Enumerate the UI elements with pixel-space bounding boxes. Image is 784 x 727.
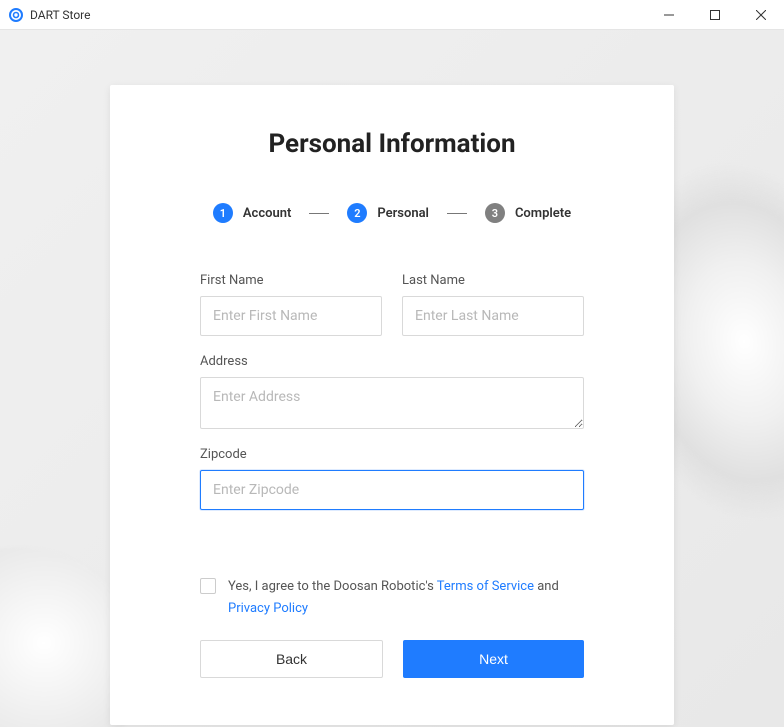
step-circle-2: 2 xyxy=(347,203,367,223)
zipcode-input[interactable] xyxy=(200,470,584,510)
consent-mid: and xyxy=(534,579,559,594)
form-card: Personal Information 1 Account 2 Persona… xyxy=(110,85,674,725)
first-name-label: First Name xyxy=(200,273,382,288)
minimize-button[interactable] xyxy=(646,0,692,30)
page-title: Personal Information xyxy=(200,129,584,159)
consent-checkbox[interactable] xyxy=(200,578,216,594)
zipcode-label: Zipcode xyxy=(200,447,584,462)
consent-text: Yes, I agree to the Doosan Robotic's Ter… xyxy=(228,576,584,620)
title-left: DART Store xyxy=(8,7,91,23)
step-label-2: Personal xyxy=(377,206,429,221)
app-icon xyxy=(8,7,24,23)
app-title: DART Store xyxy=(30,8,91,22)
backdrop: Personal Information 1 Account 2 Persona… xyxy=(0,30,784,727)
last-name-input[interactable] xyxy=(402,296,584,336)
step-complete: 3 Complete xyxy=(485,203,571,223)
step-circle-1: 1 xyxy=(213,203,233,223)
address-label: Address xyxy=(200,354,584,369)
step-circle-3: 3 xyxy=(485,203,505,223)
last-name-label: Last Name xyxy=(402,273,584,288)
step-account: 1 Account xyxy=(213,203,291,223)
consent-prefix: Yes, I agree to the Doosan Robotic's xyxy=(228,579,437,594)
close-button[interactable] xyxy=(738,0,784,30)
address-input[interactable] xyxy=(200,377,584,429)
step-divider xyxy=(309,213,329,214)
step-label-3: Complete xyxy=(515,206,571,221)
terms-of-service-link[interactable]: Terms of Service xyxy=(437,579,534,594)
window-controls xyxy=(646,0,784,30)
title-bar: DART Store xyxy=(0,0,784,30)
step-divider xyxy=(447,213,467,214)
stepper: 1 Account 2 Personal 3 Complete xyxy=(200,203,584,223)
step-personal: 2 Personal xyxy=(347,203,429,223)
step-label-1: Account xyxy=(243,206,291,221)
first-name-input[interactable] xyxy=(200,296,382,336)
consent-row: Yes, I agree to the Doosan Robotic's Ter… xyxy=(200,576,584,620)
back-button[interactable]: Back xyxy=(200,640,383,678)
maximize-button[interactable] xyxy=(692,0,738,30)
privacy-policy-link[interactable]: Privacy Policy xyxy=(228,601,308,616)
next-button[interactable]: Next xyxy=(403,640,584,678)
